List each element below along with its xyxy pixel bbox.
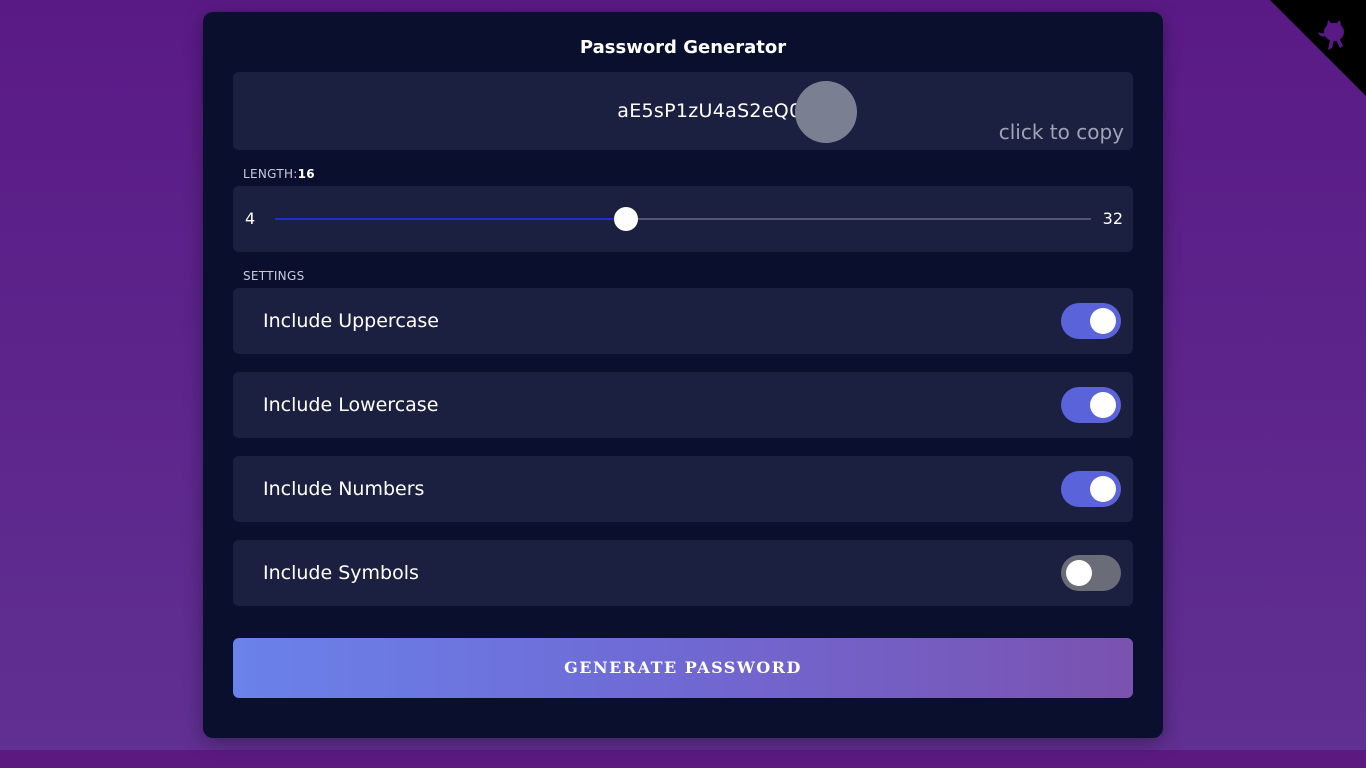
setting-row-symbols: Include Symbols [233,540,1133,606]
length-label: LENGTH:16 [243,167,315,181]
github-octocat-icon [1270,0,1366,96]
setting-label-lowercase: Include Lowercase [263,394,439,416]
generate-password-button[interactable]: GENERATE PASSWORD [233,638,1133,698]
toggle-knob [1090,392,1116,418]
setting-label-symbols: Include Symbols [263,562,419,584]
length-slider-fill [275,218,626,220]
symbols-toggle[interactable] [1061,555,1121,591]
length-label-text: LENGTH: [243,167,298,181]
toggle-knob [1090,476,1116,502]
settings-label: SETTINGS [243,269,305,283]
password-generator-card: Password Generator aE5sP1zU4aS2eQ0x clic… [203,12,1163,738]
toggle-knob [1066,560,1092,586]
password-value: aE5sP1zU4aS2eQ0x [617,100,813,122]
uppercase-toggle[interactable] [1061,303,1121,339]
copy-indicator-circle [795,81,857,143]
length-value: 16 [297,167,315,181]
lowercase-toggle[interactable] [1061,387,1121,423]
slider-max-value: 32 [1102,209,1123,228]
length-slider-panel: 4 32 [233,186,1133,252]
length-slider-track[interactable] [275,207,1091,231]
setting-row-numbers: Include Numbers [233,456,1133,522]
numbers-toggle[interactable] [1061,471,1121,507]
length-slider-thumb[interactable] [613,207,638,231]
setting-label-numbers: Include Numbers [263,478,425,500]
copy-hint: click to copy [998,120,1124,144]
github-corner-link[interactable] [1270,0,1366,96]
setting-row-lowercase: Include Lowercase [233,372,1133,438]
toggle-knob [1090,308,1116,334]
password-display[interactable]: aE5sP1zU4aS2eQ0x click to copy [233,72,1133,150]
setting-row-uppercase: Include Uppercase [233,288,1133,354]
slider-min-value: 4 [245,209,256,228]
page-title: Password Generator [579,37,787,58]
page-bottom-bar [0,750,1366,768]
setting-label-uppercase: Include Uppercase [263,310,439,332]
